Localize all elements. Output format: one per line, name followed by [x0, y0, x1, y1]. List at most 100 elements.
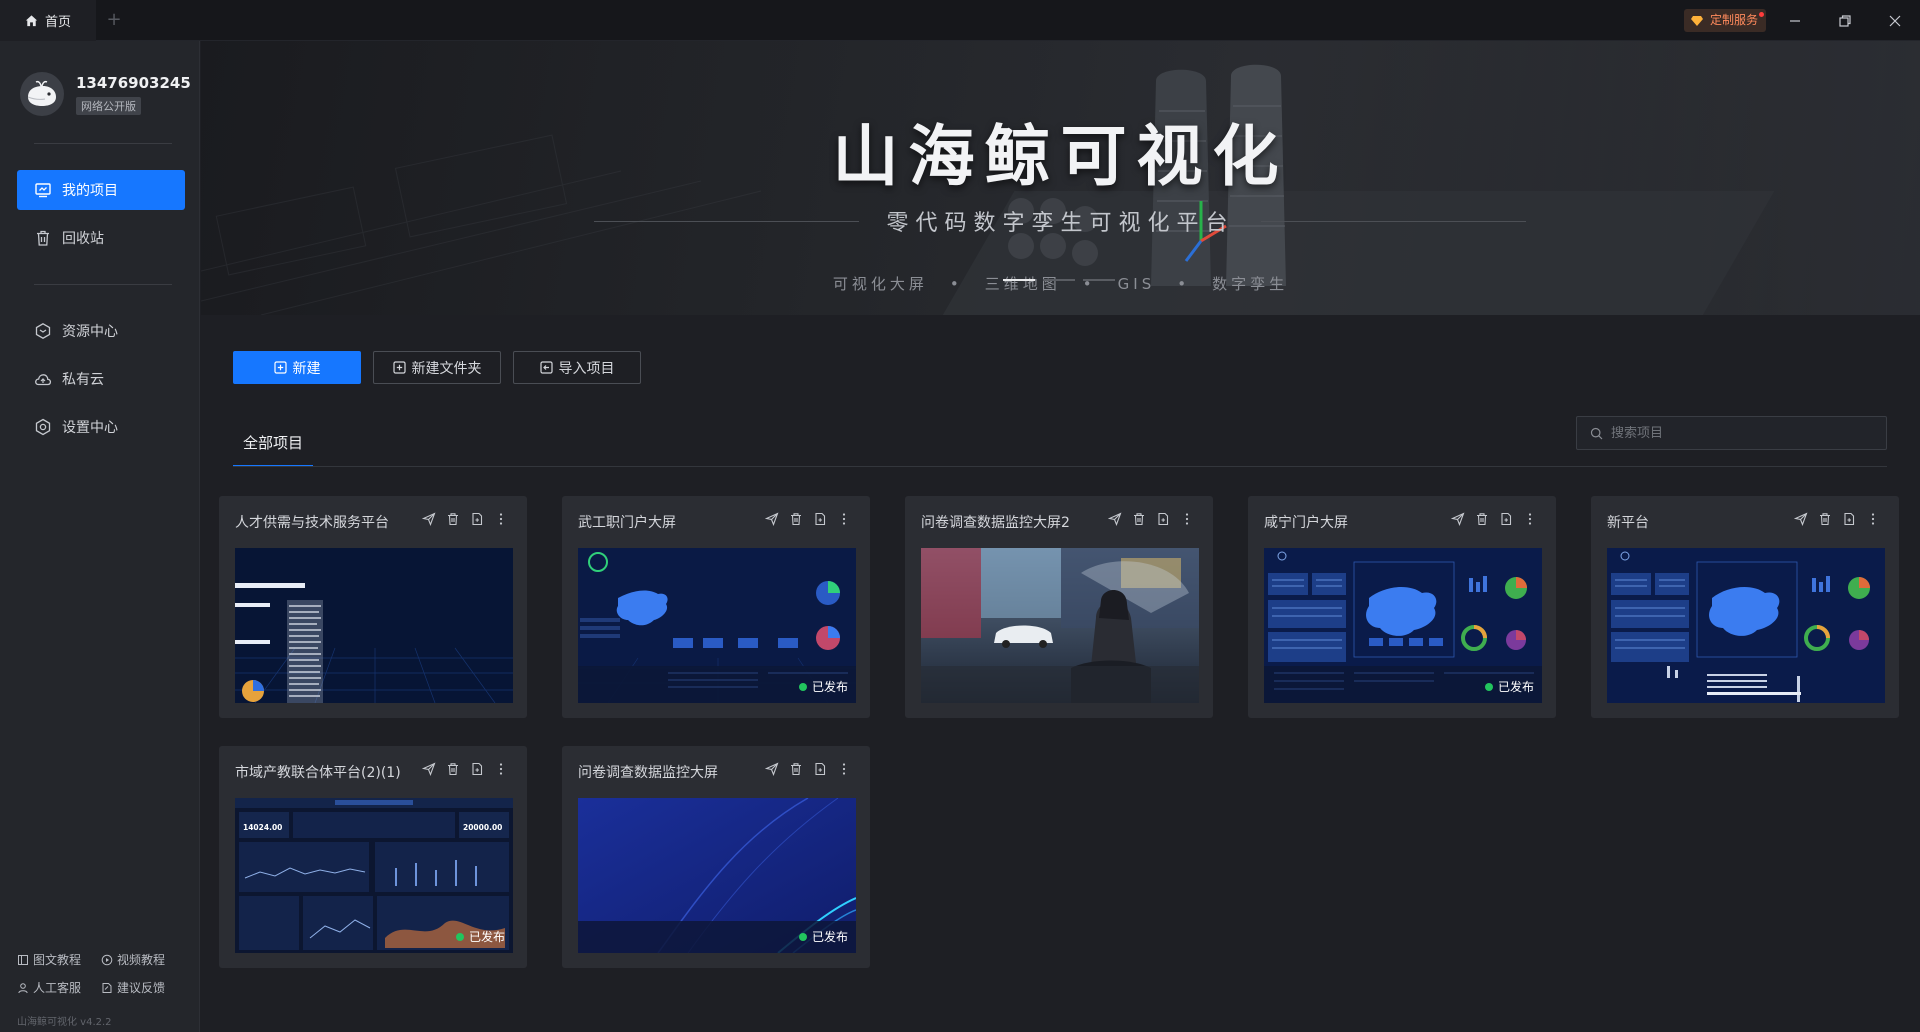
- plus-square-icon: [273, 361, 287, 374]
- card-actions: [1450, 510, 1538, 528]
- project-card[interactable]: 问卷调查数据监控大屏 已发布: [562, 746, 870, 968]
- edit-icon: [102, 982, 112, 993]
- publish-icon[interactable]: [421, 510, 437, 528]
- tab-all-projects[interactable]: 全部项目: [233, 416, 313, 468]
- delete-icon[interactable]: [788, 510, 804, 528]
- sidebar-divider: [34, 143, 172, 144]
- project-card[interactable]: 问卷调查数据监控大屏2: [905, 496, 1213, 718]
- banner-tags: 可视化大屏 • 三维地图 • GIS • 数字孪生: [832, 275, 1289, 293]
- publish-icon[interactable]: [1793, 510, 1809, 528]
- tab-home-label: 首页: [45, 15, 72, 30]
- sidebar-item-label: 资源中心: [62, 324, 118, 340]
- carousel-dot[interactable]: [1003, 279, 1035, 281]
- sidebar-item-private-cloud[interactable]: 私有云: [17, 359, 185, 399]
- copy-icon[interactable]: [1155, 510, 1171, 528]
- more-icon[interactable]: [836, 510, 852, 528]
- minimize-button[interactable]: [1772, 0, 1818, 41]
- published-badge: 已发布: [1484, 678, 1534, 695]
- publish-icon[interactable]: [1450, 510, 1466, 528]
- carousel-indicators: [1003, 279, 1115, 281]
- more-icon[interactable]: [1179, 510, 1195, 528]
- publish-icon[interactable]: [764, 760, 780, 778]
- project-card[interactable]: 咸宁门户大屏 已发布: [1248, 496, 1556, 718]
- video-tutorial-link[interactable]: 视频教程: [101, 951, 165, 968]
- project-thumbnail[interactable]: 已发布: [578, 548, 856, 703]
- custom-service-button[interactable]: 定制服务: [1684, 9, 1767, 32]
- delete-icon[interactable]: [445, 760, 461, 778]
- project-thumbnail[interactable]: [921, 548, 1199, 703]
- publish-icon[interactable]: [421, 760, 437, 778]
- restore-icon: [1839, 14, 1851, 27]
- support-label: 人工客服: [33, 981, 82, 995]
- new-folder-button[interactable]: 新建文件夹: [373, 351, 501, 384]
- doc-tutorial-link[interactable]: 图文教程: [17, 951, 81, 968]
- project-title: 市域产教联合体平台(2)(1): [235, 765, 401, 781]
- more-icon[interactable]: [836, 760, 852, 778]
- copy-icon[interactable]: [469, 510, 485, 528]
- book-icon: [18, 954, 28, 965]
- folder-plus-icon: [392, 361, 406, 374]
- delete-icon[interactable]: [788, 760, 804, 778]
- delete-icon[interactable]: [445, 510, 461, 528]
- new-project-button[interactable]: 新建: [233, 351, 361, 384]
- sidebar-item-resource-center[interactable]: 资源中心: [17, 311, 185, 351]
- sidebar-divider: [34, 284, 172, 285]
- sidebar-item-my-projects[interactable]: 我的项目: [17, 170, 185, 210]
- delete-icon[interactable]: [1474, 510, 1490, 528]
- thumb-value-left: 14024.00: [243, 823, 282, 832]
- card-actions: [421, 510, 509, 528]
- copy-icon[interactable]: [1498, 510, 1514, 528]
- project-thumbnail[interactable]: 已发布: [1264, 548, 1542, 703]
- sidebar-item-settings[interactable]: 设置中心: [17, 407, 185, 447]
- delete-icon[interactable]: [1817, 510, 1833, 528]
- more-icon[interactable]: [493, 760, 509, 778]
- user-icon: [18, 982, 28, 993]
- carousel-dot[interactable]: [1043, 279, 1075, 281]
- sidebar-item-label: 回收站: [62, 231, 104, 247]
- restore-button[interactable]: [1822, 0, 1868, 41]
- import-icon: [539, 361, 553, 374]
- support-link[interactable]: 人工客服: [17, 979, 81, 996]
- diamond-icon: [1691, 16, 1703, 26]
- user-profile[interactable]: 13476903245 网络公开版: [20, 72, 191, 116]
- more-icon[interactable]: [493, 510, 509, 528]
- project-thumbnail[interactable]: [235, 548, 513, 703]
- project-card[interactable]: 武工职门户大屏 已发布: [562, 496, 870, 718]
- doc-tutorial-label: 图文教程: [33, 953, 82, 967]
- more-icon[interactable]: [1522, 510, 1538, 528]
- status-dot: [798, 932, 807, 941]
- search-input[interactable]: [1611, 425, 1871, 441]
- copy-icon[interactable]: [812, 760, 828, 778]
- search-box[interactable]: [1576, 416, 1887, 450]
- feedback-link[interactable]: 建议反馈: [101, 979, 165, 996]
- project-thumbnail[interactable]: 14024.00 20000.00 已发布: [235, 798, 513, 953]
- dark-grid-thumbnail: [235, 548, 513, 703]
- copy-icon[interactable]: [469, 760, 485, 778]
- add-tab-button[interactable]: +: [104, 10, 124, 30]
- copy-icon[interactable]: [812, 510, 828, 528]
- notification-dot: [1759, 12, 1765, 17]
- sidebar-item-recycle-bin[interactable]: 回收站: [17, 218, 185, 258]
- published-label: 已发布: [468, 930, 505, 944]
- close-button[interactable]: [1872, 0, 1918, 41]
- project-card[interactable]: 市域产教联合体平台(2)(1) 14024.00 20000.00 已发布: [219, 746, 527, 968]
- copy-icon[interactable]: [1841, 510, 1857, 528]
- home-icon: [25, 15, 38, 27]
- delete-icon[interactable]: [1131, 510, 1147, 528]
- app-version: 山海鲸可视化 v4.2.2: [17, 1017, 112, 1028]
- publish-icon[interactable]: [1107, 510, 1123, 528]
- import-project-button[interactable]: 导入项目: [513, 351, 641, 384]
- sidebar: 13476903245 网络公开版 我的项目 回收站 资源中心 私有云 设置中心: [0, 41, 200, 1032]
- project-thumbnail[interactable]: 已发布: [578, 798, 856, 953]
- project-thumbnail[interactable]: [1607, 548, 1885, 703]
- banner-tag: 可视化大屏: [832, 275, 928, 293]
- sidebar-item-label: 设置中心: [62, 420, 118, 436]
- sidebar-item-label: 私有云: [62, 372, 104, 388]
- project-card[interactable]: 人才供需与技术服务平台: [219, 496, 527, 718]
- more-icon[interactable]: [1865, 510, 1881, 528]
- banner-tag: 数字孪生: [1212, 275, 1289, 293]
- publish-icon[interactable]: [764, 510, 780, 528]
- carousel-dot[interactable]: [1083, 279, 1115, 281]
- tab-home[interactable]: 首页: [0, 0, 96, 41]
- project-card[interactable]: 新平台: [1591, 496, 1899, 718]
